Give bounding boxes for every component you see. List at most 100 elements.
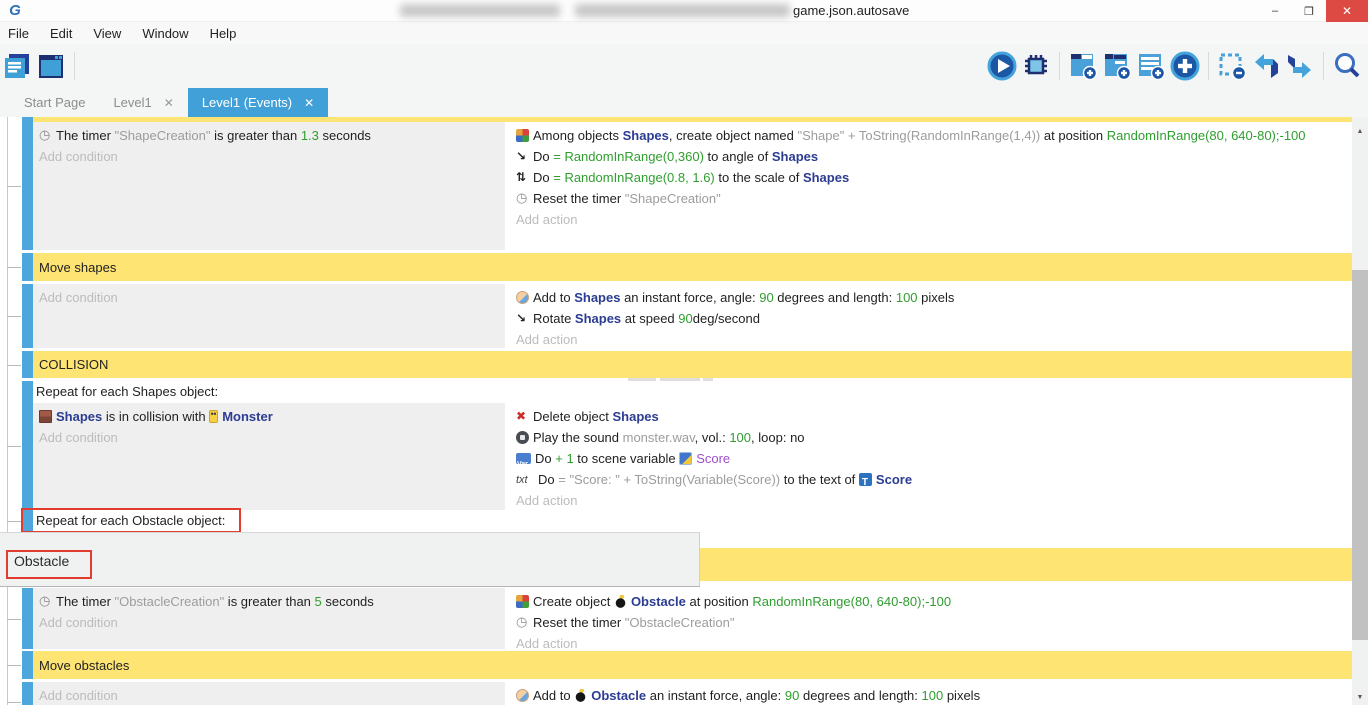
add-condition[interactable]: Add condition [39,685,497,705]
repeat-header[interactable]: Repeat for each Shapes object: [33,381,1352,403]
tab-close-icon[interactable]: ✕ [164,96,174,110]
add-condition[interactable]: Add condition [39,427,497,448]
project-manager-icon[interactable] [0,49,34,83]
action-line[interactable]: Among objects Shapes, create object name… [516,125,1346,146]
event-row[interactable]: Add condition Add to Shapes an instant fo… [22,284,1352,348]
conditions-column[interactable]: The timer "ObstacleCreation" is greater … [33,588,505,649]
condition-line[interactable]: The timer "ObstacleCreation" is greater … [39,591,497,612]
add-subevent-icon[interactable] [1100,49,1134,83]
condition-line[interactable]: Shapes is in collision with Monster [39,406,497,427]
action-line[interactable]: Add to Obstacle an instant force, angle:… [516,685,1346,705]
event-selection-bar[interactable] [22,588,33,649]
menu-item-window[interactable]: Window [142,26,188,41]
text-segment: Add to [533,290,574,305]
add-action[interactable]: Add action [516,490,1346,511]
minimize-button[interactable]: – [1258,0,1292,22]
event-row[interactable]: Add condition Add to Obstacle an instant … [22,682,1352,705]
repeat-event-row[interactable]: Repeat for each Shapes object:Shapes is … [22,381,1352,510]
repeat-event-row[interactable]: Repeat for each Obstacle object: [22,510,1352,532]
tab-level1-events-[interactable]: Level1 (Events)✕ [188,88,328,117]
delete-event-icon[interactable] [1215,49,1249,83]
comment-row[interactable]: Move obstacles [22,651,1352,679]
comment-row[interactable]: COLLISION [22,351,1352,378]
event-selection-bar[interactable] [22,351,33,378]
text-segment: Obstacle [591,688,646,703]
scroll-down-icon[interactable]: ▼ [1352,689,1368,705]
event-selection-bar[interactable] [22,510,33,532]
add-action[interactable]: Add action [516,329,1346,350]
conditions-column[interactable]: Shapes is in collision with MonsterAdd c… [33,403,505,511]
add-condition[interactable]: Add condition [39,146,497,167]
conditions-column[interactable]: The timer "ShapeCreation" is greater tha… [33,122,505,250]
event-row[interactable]: The timer "ObstacleCreation" is greater … [22,588,1352,649]
menu-item-view[interactable]: View [93,26,121,41]
tab-level1[interactable]: Level1✕ [99,88,187,117]
conditions-column[interactable]: Add condition [33,284,505,348]
editors-icon[interactable] [34,49,68,83]
action-line[interactable]: Rotate Shapes at speed 90deg/second [516,308,1346,329]
actions-column[interactable]: Add to Shapes an instant force, angle: 9… [505,284,1352,348]
vertical-scrollbar[interactable]: ▲ ▼ [1352,117,1368,705]
restore-button[interactable]: ❐ [1292,0,1326,22]
autocomplete-option-obstacle[interactable]: Obstacle [14,553,69,569]
text-segment: "Shape" + ToString(RandomInRange(1,4)) [798,128,1041,143]
text-segment: Do [535,451,555,466]
add-other-event-icon[interactable] [1168,49,1202,83]
event-selection-bar[interactable] [22,122,33,250]
actions-column[interactable]: Delete object ShapesPlay the sound monst… [505,403,1352,511]
action-line[interactable]: Add to Shapes an instant force, angle: 9… [516,287,1346,308]
action-line[interactable]: Do + 1 to scene variable Score [516,448,1346,469]
scrollbar-thumb[interactable] [1352,270,1368,640]
close-button[interactable]: ✕ [1326,0,1368,22]
actions-column[interactable]: Create object Obstacle at position Rando… [505,588,1352,649]
action-line[interactable]: Do = RandomInRange(0.8, 1.6) to the scal… [516,167,1346,188]
add-event-icon[interactable] [1066,49,1100,83]
action-line[interactable]: Create object Obstacle at position Rando… [516,591,1346,612]
comment-label: Move obstacles [39,658,129,673]
event-selection-bar[interactable] [22,381,33,510]
timer-icon [516,616,529,629]
menu-item-file[interactable]: File [8,26,29,41]
text-segment: is greater than [210,128,300,143]
comment-row[interactable]: Move shapes [22,253,1352,281]
menu-item-edit[interactable]: Edit [50,26,72,41]
add-condition[interactable]: Add condition [39,287,497,308]
action-line[interactable]: Play the sound monster.wav, vol.: 100, l… [516,427,1346,448]
add-condition[interactable]: Add condition [39,612,497,633]
tab-start-page[interactable]: Start Page [10,88,99,117]
event-selection-bar[interactable] [22,682,33,705]
add-comment-icon[interactable] [1134,49,1168,83]
action-line[interactable]: Delete object Shapes [516,406,1346,427]
search-icon[interactable] [1330,49,1364,83]
scroll-up-icon[interactable]: ▲ [1352,123,1368,139]
text-segment: an instant force, angle: [646,688,785,703]
redo-icon[interactable] [1283,49,1317,83]
debug-icon[interactable] [1019,49,1053,83]
tab-close-icon[interactable]: ✕ [304,96,314,110]
text-segment: Shapes [623,128,669,143]
conditions-column[interactable]: Add condition [33,682,505,705]
play-icon[interactable] [985,49,1019,83]
condition-line[interactable]: The timer "ShapeCreation" is greater tha… [39,125,497,146]
event-row[interactable]: The timer "ShapeCreation" is greater tha… [22,122,1352,250]
event-selection-bar[interactable] [22,284,33,348]
text-segment: = "Score: " + ToString(Variable(Score)) [558,472,780,487]
text-segment: Play the sound [533,430,623,445]
comment-text: Move shapes [33,253,1352,281]
actions-column[interactable]: Among objects Shapes, create object name… [505,122,1352,250]
action-line[interactable]: Do = RandomInRange(0,360) to angle of Sh… [516,146,1346,167]
menu-item-help[interactable]: Help [210,26,237,41]
action-line[interactable]: Reset the timer "ShapeCreation" [516,188,1346,209]
event-selection-bar[interactable] [22,651,33,679]
undo-icon[interactable] [1249,49,1283,83]
force-icon [516,291,529,304]
event-selection-bar[interactable] [22,253,33,281]
action-line[interactable]: Do = "Score: " + ToString(Variable(Score… [516,469,1346,490]
text-segment: Create object [533,594,614,609]
actions-column[interactable]: Add to Obstacle an instant force, angle:… [505,682,1352,705]
add-action[interactable]: Add action [516,209,1346,230]
text-segment: Shapes [56,409,102,424]
text-segment: Shapes [772,149,818,164]
repeat-header-selected[interactable]: Repeat for each Obstacle object: [33,510,1352,532]
action-line[interactable]: Reset the timer "ObstacleCreation" [516,612,1346,633]
